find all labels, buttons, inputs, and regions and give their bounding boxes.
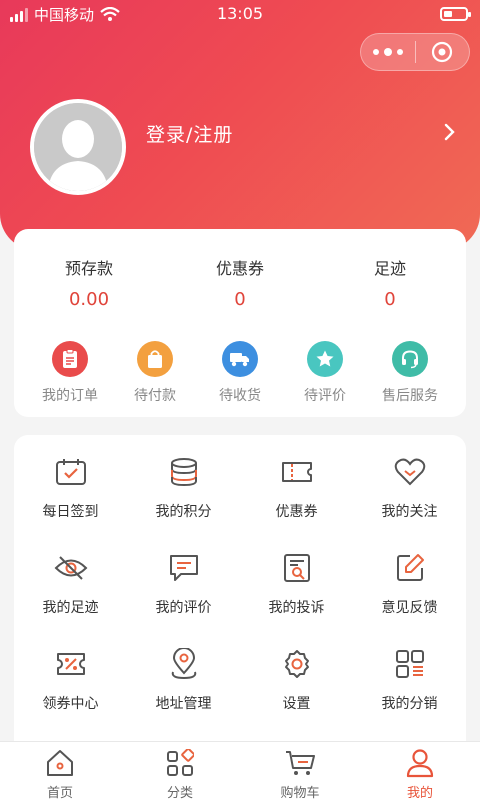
menu-label: 我的积分 bbox=[155, 504, 212, 520]
avatar[interactable] bbox=[30, 99, 126, 195]
menu-label: 我的投诉 bbox=[268, 600, 325, 616]
menu-label: 我的分销 bbox=[381, 696, 438, 712]
eye-off-icon bbox=[14, 551, 127, 585]
order-label: 售后服务 bbox=[382, 388, 438, 404]
profile-chevron-button[interactable] bbox=[444, 122, 456, 146]
menu-feedback[interactable]: 意见反馈 bbox=[353, 551, 466, 617]
coupon-stat[interactable]: 优惠券 0 bbox=[165, 255, 315, 310]
default-user-avatar-icon bbox=[34, 103, 122, 191]
menu-my-distribution[interactable]: 我的分销 bbox=[353, 647, 466, 713]
tab-label: 购物车 bbox=[280, 786, 320, 800]
order-pending-review[interactable]: 待评价 bbox=[280, 341, 370, 405]
category-icon bbox=[120, 746, 240, 780]
distribution-grid-icon bbox=[353, 647, 466, 681]
tab-mine[interactable]: 我的 bbox=[360, 746, 480, 800]
coins-stack-icon bbox=[127, 455, 240, 489]
menu-label: 优惠券 bbox=[275, 504, 318, 520]
order-label: 我的订单 bbox=[42, 388, 98, 404]
menu-my-points[interactable]: 我的积分 bbox=[127, 455, 240, 521]
complaint-icon bbox=[240, 551, 353, 585]
tab-label: 首页 bbox=[46, 786, 73, 800]
menu-label: 每日签到 bbox=[42, 504, 99, 520]
order-my-orders[interactable]: 我的订单 bbox=[25, 341, 115, 405]
coupon-icon bbox=[240, 455, 353, 489]
user-icon bbox=[360, 746, 480, 780]
tab-category[interactable]: 分类 bbox=[120, 746, 240, 800]
more-dots-icon bbox=[372, 47, 403, 56]
tab-label: 我的 bbox=[406, 786, 433, 800]
order-label: 待评价 bbox=[304, 388, 346, 404]
order-pending-payment[interactable]: 待付款 bbox=[110, 341, 200, 405]
clock: 13:05 bbox=[216, 4, 264, 23]
chevron-right-icon bbox=[444, 123, 455, 141]
bottom-tab-bar: 首页 分类 购物车 我的 bbox=[0, 741, 480, 800]
calendar-check-icon bbox=[14, 455, 127, 489]
stat-value: 0.00 bbox=[68, 289, 110, 310]
stat-value: 0 bbox=[384, 289, 396, 310]
close-program-button[interactable] bbox=[415, 41, 469, 63]
menu-coupons[interactable]: 优惠券 bbox=[240, 455, 353, 521]
footprint-stat[interactable]: 足迹 0 bbox=[315, 255, 465, 310]
menu-label: 我的评价 bbox=[155, 600, 212, 616]
menu-coupon-center[interactable]: 领券中心 bbox=[14, 647, 127, 713]
star-icon bbox=[307, 341, 343, 377]
menu-label: 我的关注 bbox=[381, 504, 438, 520]
stat-label: 足迹 bbox=[373, 259, 406, 278]
status-bar: 中国移动 13:05 bbox=[0, 0, 480, 28]
menu-address-management[interactable]: 地址管理 bbox=[127, 647, 240, 713]
more-menu-button[interactable] bbox=[361, 47, 415, 56]
account-summary-card: 预存款 0.00 优惠券 0 足迹 0 我的订单 待付款 待收货 待评价 售后服… bbox=[14, 229, 466, 417]
stat-value: 0 bbox=[234, 289, 246, 310]
delivery-truck-icon bbox=[222, 341, 258, 377]
edit-icon bbox=[353, 551, 466, 585]
tab-home[interactable]: 首页 bbox=[0, 746, 120, 800]
shopping-bag-icon bbox=[137, 341, 173, 377]
order-pending-delivery[interactable]: 待收货 bbox=[195, 341, 285, 405]
services-grid-card: 每日签到 我的积分 优惠券 我的关注 我的足迹 我的评价 我的投诉 意见反馈 领… bbox=[14, 435, 466, 755]
balance-stat[interactable]: 预存款 0.00 bbox=[14, 255, 164, 310]
menu-label: 我的足迹 bbox=[42, 600, 99, 616]
order-list-icon bbox=[52, 341, 88, 377]
menu-my-follows[interactable]: 我的关注 bbox=[353, 455, 466, 521]
comment-icon bbox=[127, 551, 240, 585]
login-register-link[interactable]: 登录/注册 bbox=[146, 120, 233, 147]
menu-label: 意见反馈 bbox=[381, 600, 438, 616]
menu-my-complaints[interactable]: 我的投诉 bbox=[240, 551, 353, 617]
mini-program-capsule bbox=[360, 33, 470, 71]
order-after-sales[interactable]: 售后服务 bbox=[365, 341, 455, 405]
stat-label: 预存款 bbox=[64, 259, 113, 278]
heart-icon bbox=[353, 455, 466, 489]
order-label: 待收货 bbox=[219, 388, 261, 404]
menu-daily-checkin[interactable]: 每日签到 bbox=[14, 455, 127, 521]
settings-gear-icon bbox=[240, 647, 353, 681]
menu-label: 地址管理 bbox=[155, 696, 212, 712]
menu-settings[interactable]: 设置 bbox=[240, 647, 353, 713]
menu-label: 设置 bbox=[282, 696, 311, 712]
headset-icon bbox=[392, 341, 428, 377]
tab-label: 分类 bbox=[166, 786, 193, 800]
battery-icon bbox=[440, 7, 471, 21]
home-icon bbox=[0, 746, 120, 780]
menu-my-footprints[interactable]: 我的足迹 bbox=[14, 551, 127, 617]
cart-icon bbox=[240, 746, 360, 780]
target-icon bbox=[432, 41, 453, 63]
location-pin-icon bbox=[127, 647, 240, 681]
discount-ticket-icon bbox=[14, 647, 127, 681]
stat-label: 优惠券 bbox=[215, 259, 264, 278]
order-label: 待付款 bbox=[134, 388, 176, 404]
menu-label: 领券中心 bbox=[42, 696, 99, 712]
tab-cart[interactable]: 购物车 bbox=[240, 746, 360, 800]
menu-my-reviews[interactable]: 我的评价 bbox=[127, 551, 240, 617]
